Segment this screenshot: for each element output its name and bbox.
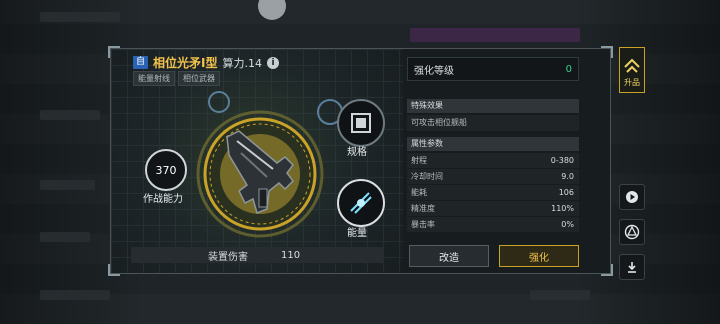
weapon-power: 算力.14 xyxy=(222,56,262,70)
play-icon xyxy=(626,191,638,203)
attr-row: 射程 0-380 xyxy=(407,153,579,169)
self-tag: 自 xyxy=(133,56,149,69)
tag-phase-weapon: 相位武器 xyxy=(178,71,220,86)
energy-emblem[interactable] xyxy=(337,179,385,227)
attr-value: 110% xyxy=(551,204,574,213)
background-blur xyxy=(40,232,90,242)
attr-value: 0-380 xyxy=(550,156,574,165)
background-blur xyxy=(530,290,590,300)
energy-icon xyxy=(350,192,372,214)
damage-label: 装置伤害 xyxy=(208,251,248,263)
damage-bar: 装置伤害 110 xyxy=(131,247,383,263)
special-effect-header: 特殊效果 xyxy=(407,99,579,113)
attr-value: 9.0 xyxy=(561,172,574,181)
attr-value: 0% xyxy=(561,220,574,229)
attributes-header: 属性参数 xyxy=(407,137,579,151)
weapon-name: 相位光矛Ⅰ型 xyxy=(153,56,218,70)
attr-key: 暴击率 xyxy=(411,220,435,229)
spec-label: 规格 xyxy=(347,147,367,158)
weapon-emblem xyxy=(196,110,324,238)
background-blur xyxy=(40,180,95,190)
weapon-title: 自 相位光矛Ⅰ型 算力.14 i xyxy=(133,54,279,71)
background-highlight xyxy=(410,28,580,42)
info-icon[interactable]: i xyxy=(266,56,279,69)
spec-emblem[interactable] xyxy=(337,99,385,147)
damage-value: 110 xyxy=(281,249,301,261)
weapon-tags: 能量射线 相位武器 xyxy=(133,71,220,86)
panel-corner xyxy=(108,46,120,58)
play-button[interactable] xyxy=(619,184,645,210)
modify-button[interactable]: 改造 xyxy=(409,245,489,267)
attr-row: 能耗 106 xyxy=(407,185,579,201)
background-blur xyxy=(40,290,110,300)
stats-panel: 强化等级 0 特殊效果 可攻击相位舰船 属性参数 射程 0-380 冷却时间 9… xyxy=(407,49,611,273)
enhance-button[interactable]: 强化 xyxy=(499,245,579,267)
download-button[interactable] xyxy=(619,254,645,280)
combat-power-label: 作战能力 xyxy=(143,194,183,205)
background-blur xyxy=(40,110,100,120)
combat-power-value: 370 xyxy=(145,149,187,191)
tag-energy-beam: 能量射线 xyxy=(133,71,175,86)
energy-label: 能量 xyxy=(347,228,367,239)
weapon-detail-panel: 自 相位光矛Ⅰ型 算力.14 i 能量射线 相位武器 规格 能量 370 作战能… xyxy=(108,46,613,276)
enhance-level-value: 0 xyxy=(565,63,572,75)
enhance-level: 强化等级 0 xyxy=(407,57,579,81)
attr-key: 精准度 xyxy=(411,204,435,213)
weapon-preview: 自 相位光矛Ⅰ型 算力.14 i 能量射线 相位武器 规格 能量 370 作战能… xyxy=(111,49,403,273)
download-icon xyxy=(628,262,636,273)
modify-label: 改造 xyxy=(439,252,459,264)
panel-corner xyxy=(601,264,613,276)
attributes-list[interactable]: 射程 0-380 冷却时间 9.0 能耗 106 精准度 110% 暴击率 0% xyxy=(407,153,579,233)
enhance-level-label: 强化等级 xyxy=(414,65,454,77)
attr-row: 暴击率 0% xyxy=(407,217,579,233)
attr-row: 精准度 110% xyxy=(407,201,579,217)
enhance-label: 强化 xyxy=(529,252,549,264)
faction-button[interactable] xyxy=(619,219,645,245)
background-blur xyxy=(40,12,120,22)
chevron-up-icon xyxy=(624,58,640,73)
promote-button[interactable]: 升品 xyxy=(619,47,645,93)
panel-corner xyxy=(601,46,613,58)
special-effect-text: 可攻击相位舰船 xyxy=(407,115,579,131)
attr-value: 106 xyxy=(558,188,574,197)
promote-label: 升品 xyxy=(624,78,640,87)
emblem-icon xyxy=(624,224,640,240)
spec-icon xyxy=(351,113,371,133)
attr-key: 射程 xyxy=(411,156,427,165)
attr-row: 冷却时间 9.0 xyxy=(407,169,579,185)
attr-key: 能耗 xyxy=(411,188,427,197)
attr-key: 冷却时间 xyxy=(411,172,443,181)
panel-corner xyxy=(108,264,120,276)
